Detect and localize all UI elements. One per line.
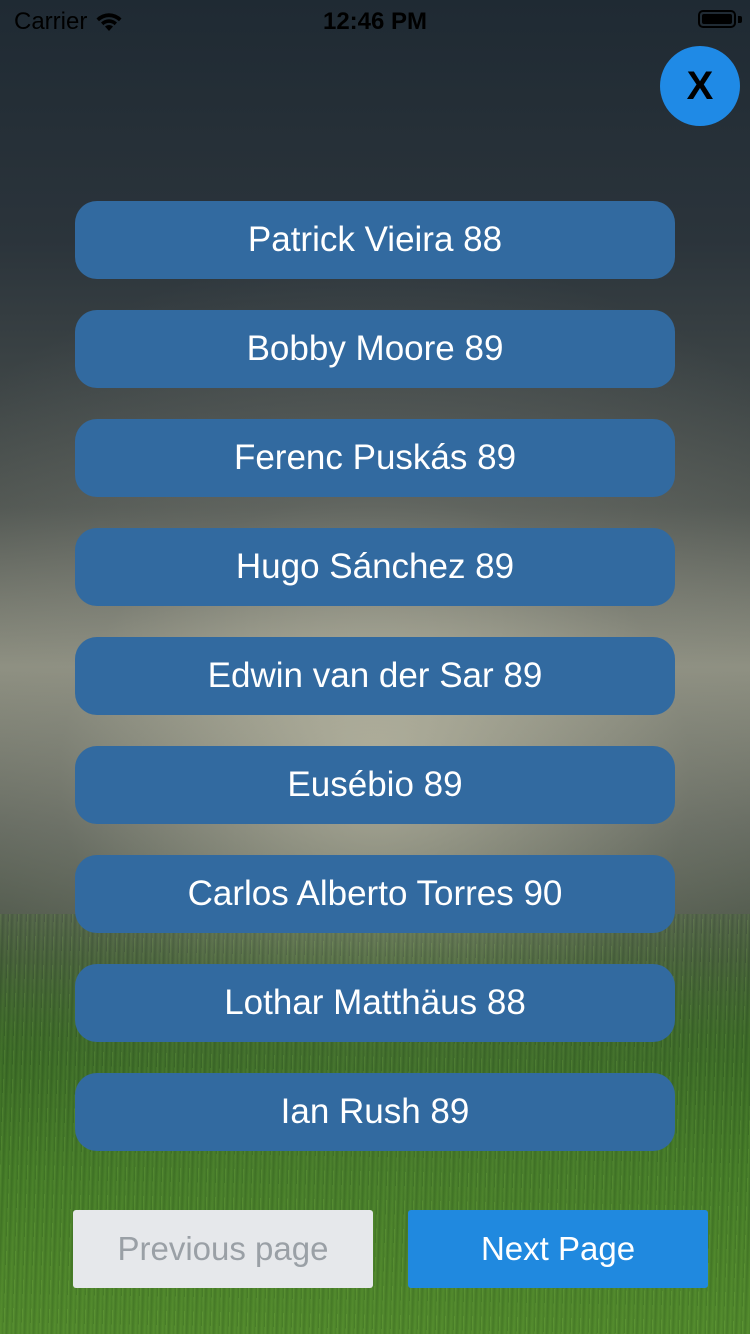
player-button[interactable]: Lothar Matthäus 88 [75, 964, 675, 1042]
previous-page-button[interactable]: Previous page [73, 1210, 373, 1288]
player-list: Patrick Vieira 88 Bobby Moore 89 Ferenc … [75, 201, 675, 1182]
player-button[interactable]: Patrick Vieira 88 [75, 201, 675, 279]
battery-icon [698, 10, 736, 28]
player-button[interactable]: Carlos Alberto Torres 90 [75, 855, 675, 933]
status-time: 12:46 PM [322, 8, 428, 35]
next-page-button[interactable]: Next Page [408, 1210, 708, 1288]
player-button[interactable]: Edwin van der Sar 89 [75, 637, 675, 715]
screen: Carrier 12:46 PM X Patrick Vieira 88 Bob… [0, 0, 750, 1334]
player-button[interactable]: Hugo Sánchez 89 [75, 528, 675, 606]
player-button[interactable]: Ian Rush 89 [75, 1073, 675, 1151]
battery-level [702, 14, 732, 24]
battery-cap [738, 16, 742, 23]
player-button[interactable]: Bobby Moore 89 [75, 310, 675, 388]
status-bar: Carrier 12:46 PM [0, 0, 750, 40]
player-button[interactable]: Eusébio 89 [75, 746, 675, 824]
close-button[interactable]: X [660, 46, 740, 126]
player-button[interactable]: Ferenc Puskás 89 [75, 419, 675, 497]
